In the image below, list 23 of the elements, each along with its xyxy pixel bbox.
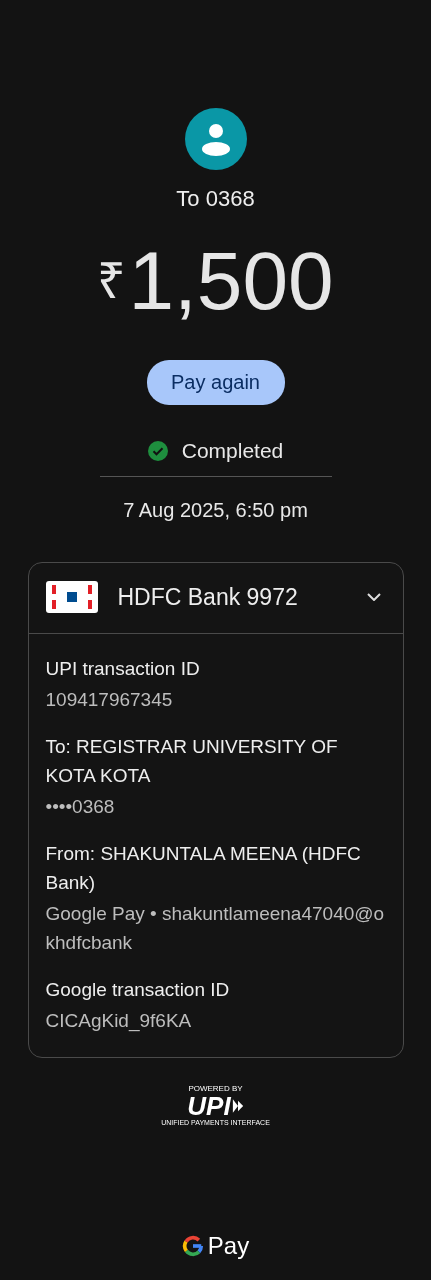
detail-value: ••••0368	[45, 795, 116, 819]
detail-label: To: REGISTRAR UNIVERSITY OF KOTA KOTA	[45, 735, 339, 788]
date-time: 7 Aug 2025, 6:50 pm	[123, 499, 308, 522]
detail-value: Google Pay • shakuntlameena47040@okhdfcbank	[45, 902, 386, 955]
detail-value: 109417967345	[45, 688, 174, 712]
bank-account-name: HDFC Bank 9972	[117, 583, 299, 611]
brand-label: Pay	[207, 1232, 250, 1260]
chevron-icon[interactable]	[366, 593, 381, 601]
google-logo-icon	[181, 1235, 204, 1257]
detail-label: From: SHAKUNTALA MEENA (HDFC Bank)	[45, 842, 362, 895]
recipient-title: To 0368	[176, 186, 255, 212]
upi-logo: UPI	[187, 1093, 231, 1119]
detail-value: CICAgKid_9f6KA	[45, 1009, 193, 1034]
amount: ₹1,500	[97, 240, 334, 322]
bank-logo-icon	[45, 581, 98, 613]
pay-again-button[interactable]: Pay again	[146, 360, 285, 405]
detail-label: Google transaction ID	[45, 978, 231, 1002]
check-icon	[147, 441, 168, 461]
avatar-icon	[184, 108, 247, 170]
status-label: Completed	[181, 439, 284, 463]
powered-by-label: POWERED BY	[188, 1084, 243, 1093]
detail-label: UPI transaction ID	[45, 657, 201, 681]
arrows-icon	[231, 1098, 244, 1114]
